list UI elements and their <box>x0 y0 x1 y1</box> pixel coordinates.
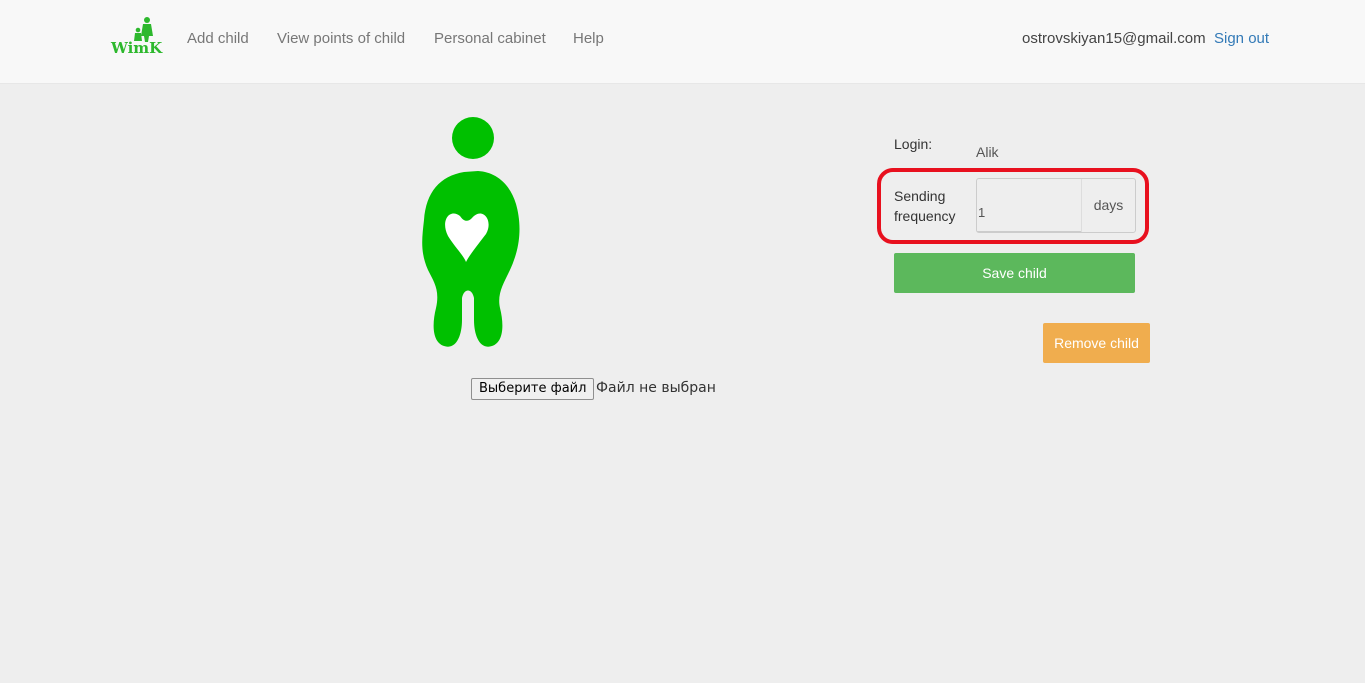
nav-help[interactable]: Help <box>573 30 604 47</box>
choose-file-button[interactable]: Выберите файл <box>471 378 595 400</box>
user-email: ostrovskiyan15@gmail.com <box>1022 30 1206 47</box>
login-label: Login: <box>894 136 933 152</box>
sign-out-link[interactable]: Sign out <box>1214 30 1269 47</box>
nav-view-points[interactable]: View points of child <box>277 30 405 47</box>
remove-child-button[interactable]: Remove child <box>1043 323 1150 363</box>
save-child-button[interactable]: Save child <box>894 253 1135 293</box>
sending-frequency-label: Sending frequency <box>894 186 955 226</box>
child-avatar-icon <box>422 117 520 347</box>
frequency-label-line2: frequency <box>894 208 956 224</box>
nav-personal-cabinet[interactable]: Personal cabinet <box>434 30 546 47</box>
wimk-logo[interactable]: WimK <box>110 16 170 56</box>
sending-frequency-input[interactable] <box>977 179 1081 232</box>
svg-text:WimK: WimK <box>110 39 163 56</box>
login-value: Alik <box>976 144 999 160</box>
nav-add-child[interactable]: Add child <box>187 30 249 47</box>
file-status-text: Файл не выбран <box>596 380 716 396</box>
frequency-label-line1: Sending <box>894 188 946 204</box>
navbar: WimK Add child View points of child Pers… <box>0 0 1365 84</box>
frequency-unit-addon: days <box>1081 179 1135 232</box>
frequency-input-group: days <box>976 178 1136 233</box>
